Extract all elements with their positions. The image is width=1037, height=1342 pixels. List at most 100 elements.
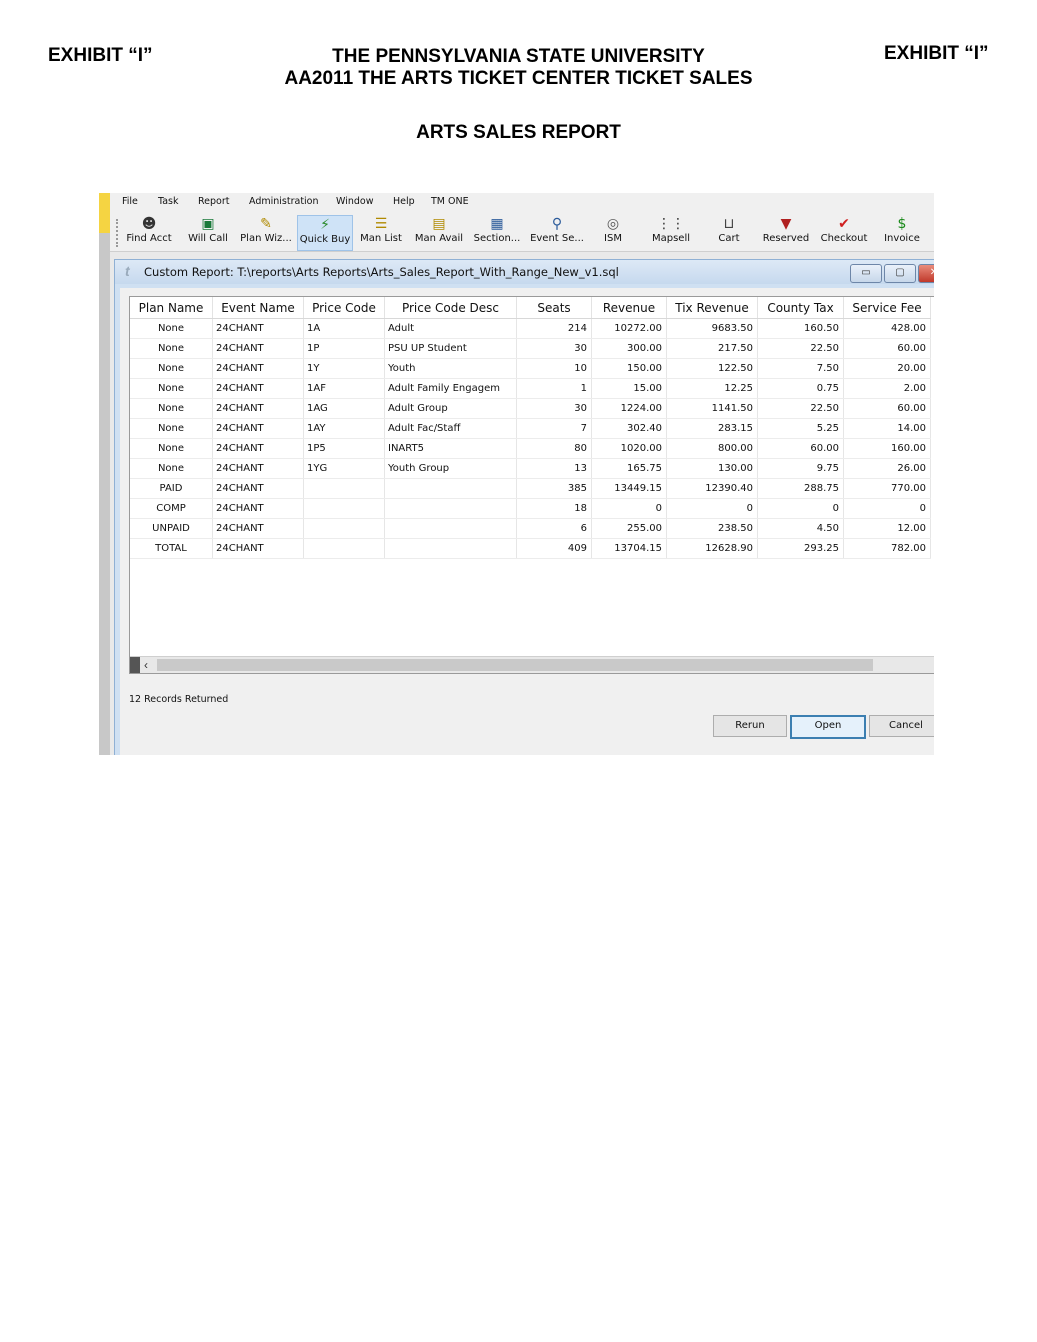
table-cell: 12.25 [666, 378, 758, 399]
window-title: Custom Report: T:\reports\Arts Reports\A… [144, 265, 619, 279]
app-logo-icon: t [125, 263, 130, 279]
col-county-tax[interactable]: County Tax [757, 297, 844, 319]
table-cell [384, 498, 517, 519]
find-acct-button[interactable]: ☻ Find Acct [124, 215, 174, 249]
table-cell: 30 [516, 338, 592, 359]
table-cell [303, 538, 385, 559]
rerun-button[interactable]: Rerun [713, 715, 787, 737]
table-cell: 1020.00 [591, 438, 667, 459]
ism-icon: ◎ [606, 216, 620, 232]
table-cell: 0 [666, 498, 758, 519]
table-cell: 24CHANT [212, 478, 304, 499]
man-list-button[interactable]: ☰ Man List [357, 215, 405, 249]
table-cell: None [130, 418, 213, 439]
report-table: Plan Name Event Name Price Code Price Co… [130, 297, 931, 559]
application-screenshot: File Task Report Administration Window H… [99, 193, 934, 755]
scroll-left-arrow-icon[interactable]: ‹ [144, 657, 148, 673]
table-cell: Adult [384, 318, 517, 339]
window-titlebar[interactable]: t Custom Report: T:\reports\Arts Reports… [115, 260, 934, 284]
table-cell: None [130, 358, 213, 379]
table-cell: Youth Group [384, 458, 517, 479]
table-cell: 255.00 [591, 518, 667, 539]
table-cell: 24CHANT [212, 358, 304, 379]
reserved-button[interactable]: ▼ Reserved [762, 215, 810, 249]
toolbar-grip[interactable] [116, 219, 120, 247]
cart-icon: ⊔ [723, 216, 735, 232]
table-cell: 1AG [303, 398, 385, 419]
mapsell-button[interactable]: ⋮⋮ Mapsell [650, 215, 692, 249]
menu-administration[interactable]: Administration [249, 196, 319, 207]
table-row[interactable]: None 24CHANT 1P5 INART5 80 1020.00 800.00 60.00… [130, 438, 931, 459]
table-cell: 1 [516, 378, 592, 399]
table-cell [303, 518, 385, 539]
event-search-button[interactable]: ⚲ Event Se... [528, 215, 586, 249]
table-cell: 160.00 [843, 438, 931, 459]
table-cell: UNPAID [130, 518, 213, 539]
table-row[interactable]: None 24CHANT 1P PSU UP Student 30 300.00 217.5… [130, 338, 931, 359]
col-seats[interactable]: Seats [516, 297, 592, 319]
table-cell: 4.50 [757, 518, 844, 539]
table-cell: None [130, 378, 213, 399]
table-row[interactable]: PAID 24CHANT 385 13449.15 12390.40 288.75 770.… [130, 478, 931, 499]
checkout-button[interactable]: ✔ Checkout [820, 215, 868, 249]
quick-buy-button[interactable]: ⚡ Quick Buy [297, 215, 353, 251]
cart-button[interactable]: ⊔ Cart [715, 215, 743, 249]
menu-window[interactable]: Window [336, 196, 373, 207]
menu-file[interactable]: File [122, 196, 138, 207]
table-row[interactable]: None 24CHANT 1YG Youth Group 13 165.75 130.00 9… [130, 458, 931, 479]
plan-wizard-button[interactable]: ✎ Plan Wiz... [238, 215, 294, 249]
table-row[interactable]: None 24CHANT 1Y Youth 10 150.00 122.50 7.50 20.0… [130, 358, 931, 379]
horizontal-scrollbar[interactable]: ‹ › [130, 656, 934, 673]
invoice-button[interactable]: $ Invoice [882, 215, 922, 249]
col-event-name[interactable]: Event Name [212, 297, 304, 319]
col-price-code-desc[interactable]: Price Code Desc [384, 297, 517, 319]
table-row[interactable]: None 24CHANT 1AF Adult Family Engagem 1 15.00… [130, 378, 931, 399]
table-cell: 1YG [303, 458, 385, 479]
table-cell: 13449.15 [591, 478, 667, 499]
menu-task[interactable]: Task [158, 196, 179, 207]
section-grid-icon: ▦ [490, 216, 504, 232]
table-row[interactable]: None 24CHANT 1A Adult 214 10272.00 9683.50 160.… [130, 318, 931, 339]
scroll-left-cap [130, 657, 140, 673]
maximize-button[interactable]: ▢ [884, 264, 916, 283]
open-button[interactable]: Open [790, 715, 866, 739]
minimize-button[interactable]: ▭ [850, 264, 882, 283]
table-cell: 165.75 [591, 458, 667, 479]
table-cell: 10272.00 [591, 318, 667, 339]
menu-help[interactable]: Help [393, 196, 415, 207]
menu-tm-one[interactable]: TM ONE [431, 196, 469, 207]
table-cell: 385 [516, 478, 592, 499]
scroll-thumb[interactable] [157, 659, 873, 671]
table-cell: 160.50 [757, 318, 844, 339]
custom-report-window: t Custom Report: T:\reports\Arts Reports… [114, 259, 934, 755]
table-row[interactable]: COMP 24CHANT 18 0 0 0 0 [130, 498, 931, 519]
col-plan-name[interactable]: Plan Name [130, 297, 213, 319]
table-row[interactable]: UNPAID 24CHANT 6 255.00 238.50 4.50 12.00 [130, 518, 931, 539]
reserved-icon: ▼ [780, 216, 792, 232]
table-row[interactable]: None 24CHANT 1AY Adult Fac/Staff 7 302.40 283.… [130, 418, 931, 439]
left-edge-strip [99, 193, 110, 755]
table-cell: 12628.90 [666, 538, 758, 559]
close-button[interactable]: ✕ [918, 264, 934, 283]
menu-report[interactable]: Report [198, 196, 230, 207]
table-row[interactable]: TOTAL 24CHANT 409 13704.15 12628.90 293.25 782… [130, 538, 931, 559]
col-service-fee[interactable]: Service Fee [843, 297, 931, 319]
table-cell: 1AY [303, 418, 385, 439]
will-call-button[interactable]: ▣ Will Call [185, 215, 231, 249]
toolbar: ☻ Find Acct ▣ Will Call ✎ Plan Wiz... ⚡ Quic… [110, 213, 934, 252]
table-row[interactable]: None 24CHANT 1AG Adult Group 30 1224.00 1141.5… [130, 398, 931, 419]
event-search-icon: ⚲ [551, 216, 563, 232]
col-revenue[interactable]: Revenue [591, 297, 667, 319]
table-cell: 22.50 [757, 338, 844, 359]
col-tix-revenue[interactable]: Tix Revenue [666, 297, 758, 319]
section-button[interactable]: ▦ Section... [472, 215, 522, 249]
cancel-button[interactable]: Cancel [869, 715, 934, 737]
table-cell: 130.00 [666, 458, 758, 479]
man-avail-button[interactable]: ▤ Man Avail [412, 215, 466, 249]
table-cell: INART5 [384, 438, 517, 459]
ism-button[interactable]: ◎ ISM [598, 215, 628, 249]
col-price-code[interactable]: Price Code [303, 297, 385, 319]
table-cell: 24CHANT [212, 538, 304, 559]
table-cell: Adult Fac/Staff [384, 418, 517, 439]
table-cell: 302.40 [591, 418, 667, 439]
